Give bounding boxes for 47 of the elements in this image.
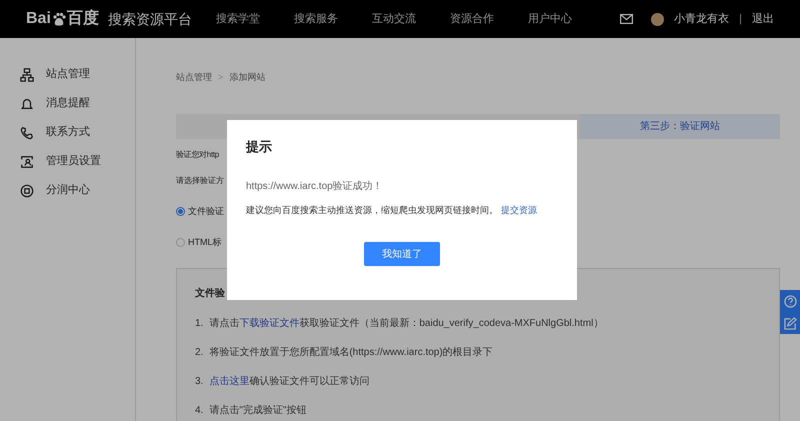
bell-icon <box>20 96 34 110</box>
nav-link[interactable]: 互动交流 <box>372 10 416 28</box>
help-button[interactable] <box>780 290 800 312</box>
nav-link[interactable]: 用户中心 <box>528 10 572 28</box>
suggestion-text: 建议您向百度搜索主动推送资源，缩短爬虫发现网页链接时间。 提交资源 <box>246 204 538 216</box>
feedback-button[interactable] <box>780 312 800 334</box>
sidebar-item[interactable]: 分润中心 <box>20 182 135 199</box>
nav-link[interactable]: 搜索服务 <box>294 10 338 28</box>
instruction-text: 2. 将验证文件放置于您所配置域名(https://www.iarc.top)的根目录下 <box>195 346 494 360</box>
method-radio[interactable]: HTML标 <box>176 236 224 250</box>
platform-title: 搜索资源平台 <box>108 10 192 28</box>
instruction-text: 4. 请点击"完成验证"按钮 <box>195 404 308 418</box>
instruction-link[interactable]: 点击这里 <box>209 376 250 386</box>
instruction-link[interactable]: 下载验证文件 <box>239 318 300 328</box>
success-message: https://www.iarc.top验证成功！ <box>246 180 384 194</box>
verify-intro-text: 验证您对http <box>176 148 220 160</box>
submit-resource-link[interactable]: 提交资源 <box>501 204 537 214</box>
breadcrumb-current: 添加网站 <box>229 71 266 84</box>
instruction-text: 3. 点击这里确认验证文件可以正常访问 <box>195 374 370 388</box>
instruction-text: 1. 请点击下载验证文件获取验证文件（当前最新：baidu_verify_codeva-MXFuNlgGbl.html） <box>195 316 604 330</box>
sitemap-icon <box>20 68 34 82</box>
nav-link[interactable]: 资源合作 <box>450 10 494 28</box>
separator-text: | <box>739 12 742 27</box>
paw-logo-icon <box>52 12 66 26</box>
logout-link[interactable]: 退出 <box>752 10 774 28</box>
coin-icon <box>20 184 34 198</box>
breadcrumb-separator: > <box>218 71 224 84</box>
panel-title: 文件验 <box>195 286 226 300</box>
method-prompt-text: 请选择验证方 <box>176 174 224 186</box>
acknowledge-button[interactable]: 我知道了 <box>364 242 440 266</box>
method-radio[interactable]: 文件验证 <box>176 204 224 218</box>
phone-icon <box>20 126 34 140</box>
help-icon <box>784 294 796 308</box>
avatar[interactable] <box>651 12 664 26</box>
logo-text: Bai <box>26 9 51 29</box>
sidebar-item[interactable]: 管理员设置 <box>20 153 135 170</box>
nav-link[interactable]: 搜索学堂 <box>216 10 260 28</box>
sidebar-item[interactable]: 联系方式 <box>20 124 135 141</box>
edit-icon <box>784 316 796 330</box>
sidebar-item[interactable]: 站点管理 <box>20 66 135 83</box>
dialog-title: 提示 <box>246 138 273 156</box>
sidebar-item[interactable]: 消息提醒 <box>20 95 135 112</box>
mail-icon[interactable] <box>620 14 634 24</box>
username[interactable]: 小青龙有衣 <box>674 10 730 28</box>
admin-icon <box>20 154 34 168</box>
logo-text: 百度 <box>66 8 99 29</box>
breadcrumb-link[interactable]: 站点管理 <box>176 71 212 84</box>
